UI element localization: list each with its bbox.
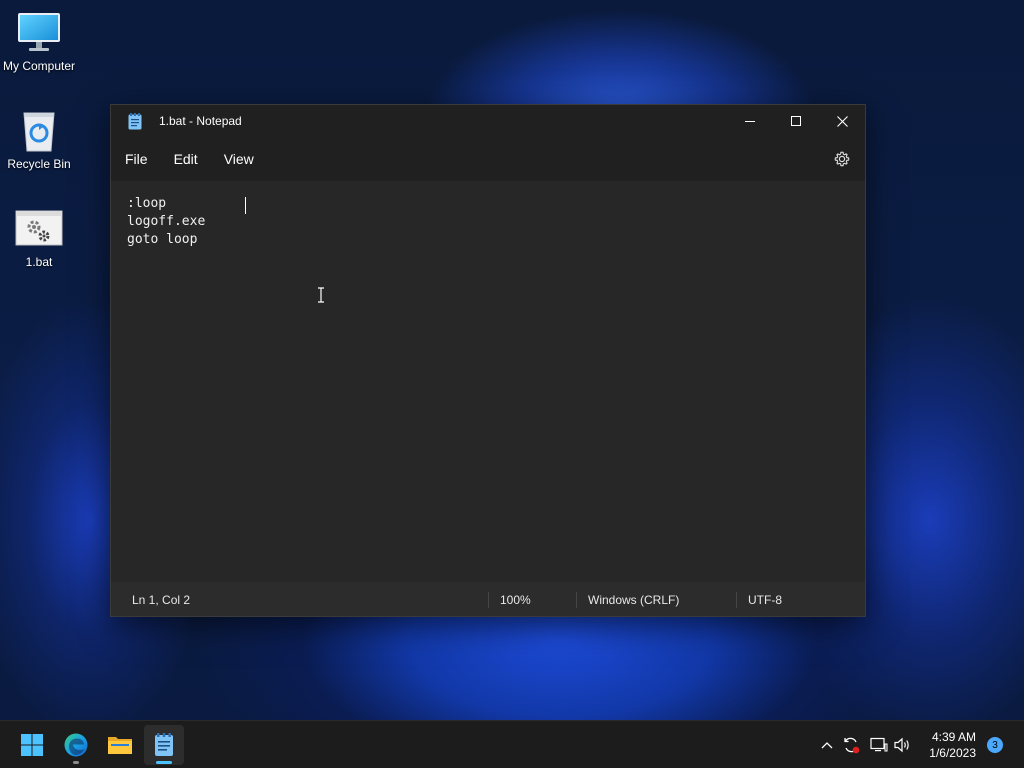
taskbar-notepad-button[interactable] bbox=[144, 725, 184, 765]
desktop-icon-1-bat[interactable]: 1.bat bbox=[0, 204, 79, 269]
status-divider bbox=[576, 592, 577, 608]
network-button[interactable] bbox=[869, 735, 889, 755]
clock-time: 4:39 AM bbox=[931, 730, 976, 744]
title-bar[interactable]: 1.bat - Notepad bbox=[111, 105, 865, 137]
desktop-icon-label: 1.bat bbox=[25, 255, 53, 269]
menu-edit[interactable]: Edit bbox=[162, 145, 210, 173]
close-button[interactable] bbox=[819, 105, 865, 137]
notepad-icon bbox=[127, 112, 143, 130]
notification-badge[interactable]: 3 bbox=[987, 737, 1003, 753]
cursor-position: Ln 1, Col 2 bbox=[132, 593, 191, 607]
zoom-level: 100% bbox=[500, 593, 531, 607]
desktop-icon-label: Recycle Bin bbox=[7, 157, 71, 171]
desktop-icon-label: My Computer bbox=[2, 59, 76, 73]
recycle-bin-icon bbox=[15, 106, 63, 154]
chevron-up-icon bbox=[821, 742, 833, 749]
batch-file-icon bbox=[15, 204, 63, 252]
volume-button[interactable] bbox=[893, 735, 913, 755]
clock-date: 1/6/2023 bbox=[929, 746, 976, 760]
taskbar-edge-button[interactable] bbox=[56, 725, 96, 765]
gear-icon bbox=[834, 151, 850, 167]
network-icon bbox=[870, 737, 888, 752]
menu-file[interactable]: File bbox=[113, 145, 160, 173]
start-icon bbox=[21, 734, 43, 756]
text-caret bbox=[245, 197, 246, 214]
volume-icon bbox=[894, 737, 909, 753]
desktop-icon-recycle-bin[interactable]: Recycle Bin bbox=[0, 106, 79, 171]
active-indicator bbox=[156, 761, 172, 764]
taskbar: 4:39 AM 1/6/2023 3 bbox=[0, 720, 1024, 768]
window-title: 1.bat - Notepad bbox=[159, 114, 242, 128]
start-button[interactable] bbox=[12, 725, 52, 765]
editor-line: :loop bbox=[127, 196, 167, 211]
menu-view[interactable]: View bbox=[212, 145, 266, 173]
line-ending: Windows (CRLF) bbox=[588, 593, 680, 607]
text-editor[interactable]: :loop logoff.exe goto loop bbox=[111, 181, 865, 582]
editor-line: logoff.exe bbox=[127, 214, 206, 229]
notepad-window: 1.bat - Notepad File Edit View :loop log… bbox=[110, 104, 866, 617]
file-explorer-icon bbox=[108, 737, 132, 754]
editor-line: goto loop bbox=[127, 232, 198, 247]
minimize-icon bbox=[745, 121, 755, 122]
encoding: UTF-8 bbox=[748, 593, 782, 607]
taskbar-file-explorer-button[interactable] bbox=[100, 725, 140, 765]
sync-icon bbox=[844, 737, 860, 754]
ibeam-cursor-icon bbox=[318, 287, 324, 303]
taskbar-clock[interactable]: 4:39 AM 1/6/2023 bbox=[929, 729, 976, 761]
settings-button[interactable] bbox=[827, 145, 857, 173]
desktop-icon-my-computer[interactable]: My Computer bbox=[0, 8, 79, 73]
monitor-icon bbox=[15, 8, 63, 56]
close-icon bbox=[836, 115, 848, 127]
sync-status-button[interactable] bbox=[841, 735, 861, 755]
status-divider bbox=[488, 592, 489, 608]
menu-bar: File Edit View bbox=[111, 137, 865, 181]
notepad-icon bbox=[155, 733, 173, 756]
running-indicator bbox=[73, 761, 79, 764]
status-bar: Ln 1, Col 2 100% Windows (CRLF) UTF-8 bbox=[111, 582, 865, 616]
status-divider bbox=[736, 592, 737, 608]
show-hidden-icons-button[interactable] bbox=[817, 735, 837, 755]
maximize-button[interactable] bbox=[773, 105, 819, 137]
maximize-icon bbox=[791, 116, 801, 126]
edge-icon bbox=[64, 733, 88, 757]
minimize-button[interactable] bbox=[727, 105, 773, 137]
